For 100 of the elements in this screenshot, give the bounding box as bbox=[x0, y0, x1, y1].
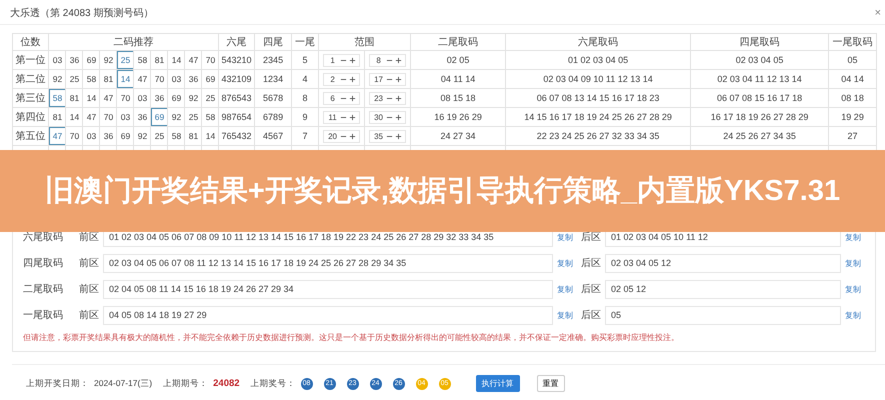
number-cell[interactable]: 70 bbox=[202, 52, 218, 68]
plus-icon[interactable] bbox=[395, 56, 402, 64]
number-cell[interactable]: 36 bbox=[186, 70, 200, 88]
close-button[interactable]: × bbox=[874, 7, 881, 19]
zone-label: 后区 bbox=[581, 256, 601, 270]
number-cell[interactable]: 14 bbox=[66, 108, 82, 126]
input-field[interactable]: 02 05 12 bbox=[605, 280, 841, 298]
number-cell[interactable]: 58 bbox=[202, 108, 218, 126]
number-cell[interactable]: 70 bbox=[118, 90, 132, 106]
number-cell[interactable]: 03 bbox=[168, 70, 184, 88]
number-stepper[interactable]: 30 bbox=[369, 110, 406, 124]
number-cell[interactable]: 70 bbox=[66, 128, 82, 144]
number-cell[interactable]: 92 bbox=[186, 90, 200, 106]
number-cell[interactable]: 14 bbox=[84, 90, 98, 106]
number-stepper[interactable]: 11 bbox=[323, 110, 360, 124]
number-cell[interactable]: 81 bbox=[66, 90, 82, 106]
number-cell[interactable]: 69 bbox=[152, 108, 166, 126]
run-button[interactable]: 执行计算 bbox=[476, 375, 520, 392]
plus-icon[interactable] bbox=[395, 132, 402, 140]
plus-icon[interactable] bbox=[395, 114, 402, 120]
number-cell[interactable]: 69 bbox=[84, 52, 98, 68]
number-cell[interactable]: 25 bbox=[118, 52, 132, 68]
row-label: 第二位 bbox=[12, 70, 48, 88]
table-cell: 04 14 bbox=[828, 70, 877, 88]
column-header: 四尾取码 bbox=[690, 34, 829, 50]
number-cell[interactable]: 70 bbox=[100, 108, 116, 126]
input-field[interactable]: 02 03 04 05 12 bbox=[605, 254, 841, 272]
number-cell[interactable]: 81 bbox=[100, 70, 116, 88]
number-cell[interactable]: 03 bbox=[118, 108, 132, 126]
number-cell[interactable]: 81 bbox=[152, 52, 166, 68]
input-field[interactable]: 04 05 08 14 18 19 27 29 bbox=[103, 306, 553, 324]
table-cell: 876543 bbox=[218, 88, 255, 108]
input-field[interactable]: 02 03 04 05 06 07 08 11 12 13 14 15 16 17 18 19 24 25 26 27 28 29 34 35 bbox=[103, 254, 553, 272]
number-cell[interactable]: 47 bbox=[100, 90, 116, 106]
number-stepper[interactable]: 6 bbox=[323, 92, 360, 104]
plus-icon[interactable] bbox=[349, 114, 356, 120]
number-cell[interactable]: 47 bbox=[50, 128, 64, 144]
number-stepper[interactable]: 35 bbox=[369, 130, 406, 142]
input-field[interactable]: 05 bbox=[605, 306, 841, 324]
number-cell[interactable]: 03 bbox=[134, 90, 150, 106]
number-cell[interactable]: 47 bbox=[84, 108, 98, 126]
copy-link[interactable]: 复制 bbox=[557, 310, 577, 320]
row-label: 第五位 bbox=[12, 126, 48, 146]
zone-label: 前区 bbox=[79, 257, 99, 270]
number-cell[interactable]: 92 bbox=[134, 128, 150, 144]
number-cell[interactable]: 14 bbox=[168, 52, 184, 68]
numbers-label: 上期奖号： bbox=[250, 378, 296, 390]
number-cell[interactable]: 25 bbox=[202, 90, 218, 106]
copy-link[interactable]: 复制 bbox=[845, 284, 865, 294]
number-cell[interactable]: 81 bbox=[186, 128, 200, 144]
number-cell[interactable]: 36 bbox=[152, 90, 166, 106]
zone-label: 后区 bbox=[581, 282, 601, 296]
number-cell[interactable]: 58 bbox=[134, 52, 150, 68]
copy-link[interactable]: 复制 bbox=[845, 232, 865, 242]
reset-button[interactable]: 重置 bbox=[536, 375, 565, 392]
number-cell[interactable]: 25 bbox=[152, 128, 166, 144]
input-field[interactable]: 02 04 05 08 11 14 15 16 18 19 24 26 27 29 34 bbox=[103, 280, 553, 298]
number-cell[interactable]: 69 bbox=[202, 70, 218, 88]
number-stepper[interactable]: 2 bbox=[323, 72, 360, 86]
number-stepper[interactable]: 1 bbox=[323, 54, 360, 66]
plus-icon[interactable] bbox=[349, 56, 356, 64]
number-cell[interactable]: 58 bbox=[50, 90, 64, 106]
number-cell[interactable]: 03 bbox=[50, 52, 64, 68]
table-cell: 8 bbox=[292, 88, 319, 108]
number-cell[interactable]: 92 bbox=[100, 52, 116, 68]
number-cell[interactable]: 25 bbox=[66, 70, 82, 88]
number-cell[interactable]: 47 bbox=[134, 70, 150, 88]
number-cell[interactable]: 70 bbox=[152, 70, 166, 88]
number-stepper[interactable]: 20 bbox=[323, 130, 360, 142]
number-cell[interactable]: 69 bbox=[168, 90, 184, 106]
number-cell[interactable]: 69 bbox=[118, 128, 132, 144]
number-cell[interactable]: 58 bbox=[84, 70, 98, 88]
number-cell[interactable]: 81 bbox=[50, 108, 64, 126]
zone-label: 后区 bbox=[581, 308, 601, 322]
plus-icon[interactable] bbox=[349, 132, 356, 140]
copy-link[interactable]: 复制 bbox=[557, 258, 577, 268]
copy-link[interactable]: 复制 bbox=[845, 310, 865, 320]
number-cell[interactable]: 36 bbox=[100, 128, 116, 144]
table-cell: 5 bbox=[292, 50, 319, 70]
plus-icon[interactable] bbox=[395, 94, 402, 102]
copy-link[interactable]: 复制 bbox=[557, 232, 577, 242]
plus-icon[interactable] bbox=[349, 94, 356, 102]
number-stepper[interactable]: 8 bbox=[369, 54, 406, 66]
number-cell[interactable]: 58 bbox=[168, 128, 184, 144]
table-cell: 6789 bbox=[254, 108, 292, 126]
number-cell[interactable]: 47 bbox=[186, 52, 200, 68]
number-cell[interactable]: 92 bbox=[168, 108, 184, 126]
number-stepper[interactable]: 23 bbox=[369, 92, 406, 104]
copy-link[interactable]: 复制 bbox=[845, 258, 865, 268]
number-cell[interactable]: 14 bbox=[202, 128, 218, 144]
number-cell[interactable]: 36 bbox=[134, 108, 150, 126]
number-cell[interactable]: 03 bbox=[84, 128, 98, 144]
number-stepper[interactable]: 17 bbox=[369, 72, 406, 86]
number-cell[interactable]: 92 bbox=[50, 70, 64, 88]
number-cell[interactable]: 14 bbox=[118, 70, 132, 88]
plus-icon[interactable] bbox=[349, 76, 356, 82]
plus-icon[interactable] bbox=[395, 76, 402, 82]
number-cell[interactable]: 25 bbox=[186, 108, 200, 126]
number-cell[interactable]: 36 bbox=[66, 52, 82, 68]
copy-link[interactable]: 复制 bbox=[557, 284, 577, 294]
